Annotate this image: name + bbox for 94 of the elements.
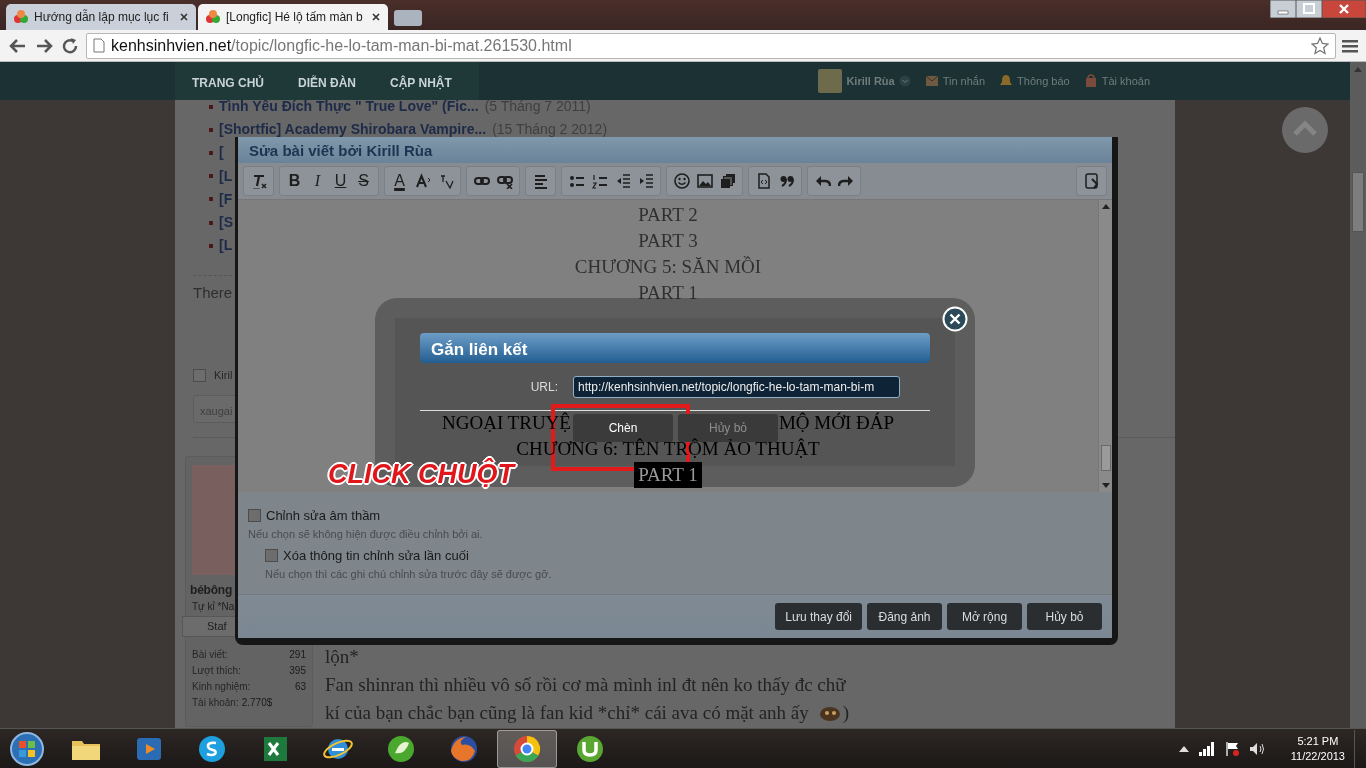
unlink-icon[interactable] bbox=[496, 173, 513, 189]
checkbox-label: Chỉnh sửa âm thầm bbox=[266, 507, 381, 525]
numbered-list-icon[interactable] bbox=[591, 173, 608, 189]
close-icon[interactable] bbox=[1322, 0, 1366, 18]
user-title: Tự kỉ *Na bbox=[192, 600, 236, 615]
post-text: ) bbox=[842, 701, 850, 726]
stat-value: 291 bbox=[289, 647, 306, 662]
stat-label: Lượt thích: bbox=[192, 663, 241, 678]
browser-tab[interactable]: Hướng dẫn lập mục lục fi bbox=[6, 4, 196, 30]
editor-text: PART 1 bbox=[634, 462, 702, 488]
up-arrow-icon[interactable] bbox=[1101, 204, 1110, 209]
editor-scrollbar[interactable] bbox=[1098, 200, 1112, 492]
taskbar-button[interactable] bbox=[497, 729, 557, 768]
caret-up-icon[interactable] bbox=[1178, 744, 1189, 753]
bullet-icon bbox=[209, 174, 213, 179]
star-icon[interactable] bbox=[1311, 36, 1329, 55]
annotation-label: CLICK CHUỘT bbox=[328, 457, 514, 491]
scroll-thumb[interactable] bbox=[1100, 445, 1111, 471]
dialog-button[interactable]: Mở rộng bbox=[947, 603, 1022, 630]
address-text: kenhsinhvien.net/topic/longfic-he-lo-tam-man-bi-mat.261530.html bbox=[111, 35, 572, 56]
avatar-placeholder bbox=[818, 69, 843, 93]
down-arrow-icon[interactable] bbox=[1101, 483, 1110, 488]
page-icon bbox=[93, 38, 105, 53]
bullet-icon bbox=[209, 197, 213, 202]
clear-format-icon[interactable] bbox=[250, 173, 267, 189]
quote-icon[interactable] bbox=[778, 173, 795, 189]
scroll-to-top-icon[interactable] bbox=[1282, 107, 1328, 153]
dialog-title: Sửa bài viết bởi Kirill Rùa bbox=[238, 137, 1112, 163]
stat-value: 395 bbox=[289, 663, 306, 678]
format-button[interactable]: A bbox=[388, 169, 411, 193]
dialog-button[interactable]: Đăng ảnh bbox=[867, 603, 942, 630]
checkbox[interactable] bbox=[248, 509, 261, 523]
format-button[interactable]: U bbox=[329, 169, 352, 193]
close-icon[interactable] bbox=[372, 13, 380, 21]
smiley-icon[interactable] bbox=[673, 173, 690, 189]
bullet-icon bbox=[209, 243, 213, 248]
align-left-icon[interactable] bbox=[532, 173, 549, 189]
nav-link[interactable]: Thông báo bbox=[1017, 72, 1070, 90]
menu-icon[interactable] bbox=[1342, 38, 1358, 53]
editor-text: CHƯƠNG 5: SĂN MỒI bbox=[574, 255, 762, 279]
checkbox-label: Kiril bbox=[214, 367, 233, 383]
toggle-source-icon[interactable] bbox=[1083, 173, 1100, 189]
checkbox[interactable] bbox=[265, 549, 278, 563]
redo-icon[interactable] bbox=[837, 173, 854, 189]
bullet-list-icon[interactable] bbox=[568, 173, 585, 189]
editor-text: MỘ MỚI ĐÁP bbox=[778, 411, 894, 435]
stat-label: Bài viết: bbox=[192, 647, 228, 662]
signal-bars-icon[interactable] bbox=[1198, 741, 1215, 756]
url-field[interactable]: http://kenhsinhvien.net/topic/longfic-he-lo-tam-man-bi-m bbox=[573, 376, 900, 398]
maximize-icon[interactable] bbox=[1296, 0, 1322, 18]
editor-text: PART 2 bbox=[638, 203, 698, 227]
stat-label: Kinh nghiệm: bbox=[192, 679, 251, 694]
favicon-icon bbox=[206, 10, 220, 24]
start-button-icon[interactable] bbox=[9, 730, 45, 767]
user-name[interactable]: Kirill Rùa bbox=[846, 72, 895, 90]
flag-icon[interactable] bbox=[1224, 740, 1239, 757]
nav-link[interactable]: Tin nhắn bbox=[942, 72, 986, 90]
bell-icon[interactable] bbox=[999, 74, 1014, 88]
dialog-title: Gắn liên kết bbox=[420, 333, 930, 363]
speaker-icon[interactable] bbox=[1248, 741, 1265, 756]
close-icon[interactable] bbox=[180, 13, 188, 21]
format-button[interactable]: B bbox=[283, 169, 306, 193]
nav-link[interactable]: Tài khoản bbox=[1101, 72, 1150, 90]
reload-icon[interactable] bbox=[60, 35, 80, 56]
address-field[interactable]: kenhsinhvien.net/topic/longfic-he-lo-tam-man-bi-mat.261530.html bbox=[86, 32, 1336, 59]
clock-time: 5:21 PM bbox=[1296, 733, 1340, 749]
post-text: kí của bạn chắc bạn cũng là fan kid *chỉ* cái ava có mặt anh ấy bbox=[325, 701, 809, 726]
page-scrollbar[interactable] bbox=[1350, 62, 1366, 728]
media-icon[interactable] bbox=[719, 173, 736, 189]
field-label: URL: bbox=[529, 379, 558, 396]
bullet-icon bbox=[209, 127, 213, 132]
bullet-icon bbox=[209, 220, 213, 225]
post-text: Fan shinran thì nhiều vô số rồi cơ mà mình inl đt nên ko thấy đc chữ bbox=[325, 673, 846, 698]
stat-value: 2.770$ bbox=[241, 695, 273, 710]
checkbox-label: Xóa thông tin chỉnh sửa lần cuối bbox=[283, 547, 469, 565]
code-icon[interactable] bbox=[755, 173, 772, 189]
font-size-icon[interactable] bbox=[414, 173, 431, 189]
stat-value: 63 bbox=[294, 679, 306, 694]
clock-date: 11/22/2013 bbox=[1290, 748, 1345, 764]
editor-text: PART 1 bbox=[638, 281, 698, 305]
scroll-thumb[interactable] bbox=[1352, 172, 1364, 232]
bullet-icon bbox=[209, 104, 213, 109]
browser-tab[interactable]: [Longfic] Hé lộ tấm màn b bbox=[198, 4, 388, 30]
indent-icon[interactable] bbox=[637, 173, 654, 189]
format-button[interactable]: I bbox=[306, 169, 329, 193]
dialog-button[interactable]: Lưu thay đổi bbox=[775, 603, 862, 630]
post-text: lộn* bbox=[325, 645, 359, 670]
checkbox[interactable] bbox=[193, 368, 206, 382]
editor-text: PART 3 bbox=[638, 229, 698, 253]
image-icon[interactable] bbox=[696, 173, 713, 189]
bullet-icon bbox=[209, 150, 213, 155]
format-button[interactable]: S bbox=[352, 169, 375, 193]
favicon-icon bbox=[14, 10, 28, 24]
dialog-button[interactable]: Hủy bỏ bbox=[1027, 603, 1102, 630]
